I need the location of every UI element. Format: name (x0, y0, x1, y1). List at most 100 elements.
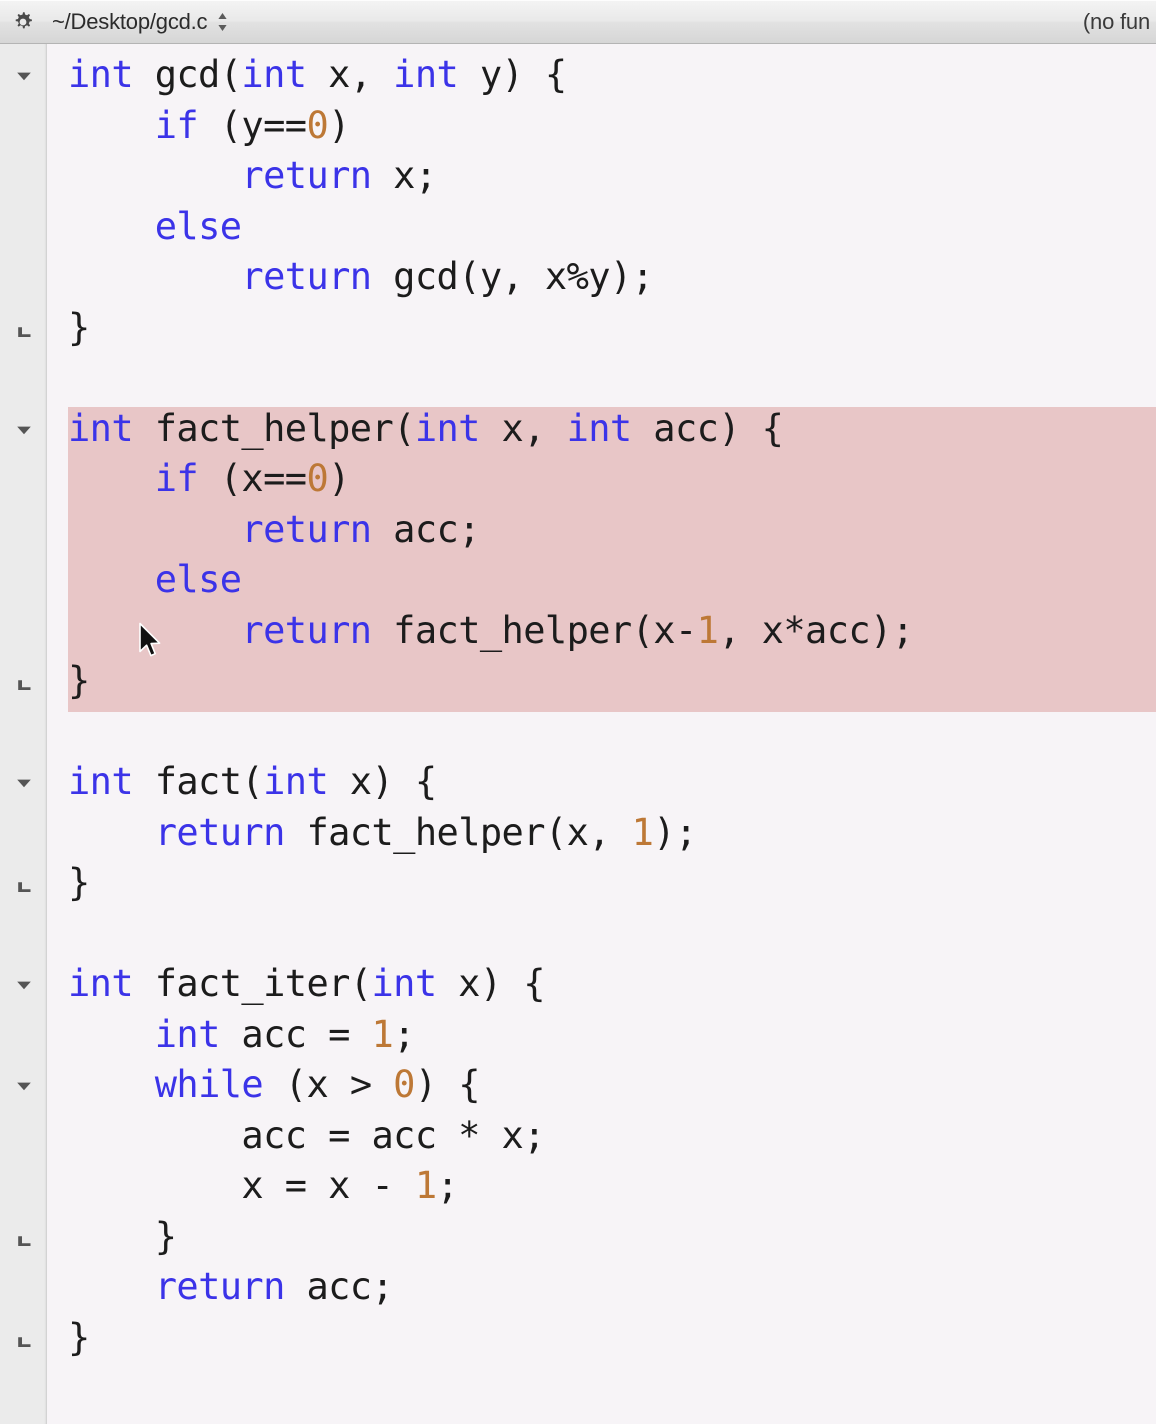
code-line[interactable]: else (47, 202, 1156, 253)
code-token: x = x - (68, 1164, 415, 1207)
code-lines[interactable]: int gcd(int x, int y) { if (y==0) return… (47, 44, 1156, 1414)
code-line[interactable]: int fact_iter(int x) { (47, 959, 1156, 1010)
code-token: else (154, 558, 242, 601)
code-token: acc; (371, 507, 480, 551)
code-token: x) { (436, 962, 545, 1005)
fold-triangle-icon[interactable] (14, 66, 34, 86)
code-token: 1 (414, 1164, 437, 1207)
code-line[interactable]: int gcd(int x, int y) { (47, 50, 1156, 101)
code-area[interactable]: int gcd(int x, int y) { if (y==0) return… (47, 44, 1156, 1424)
fold-end-icon (14, 1333, 34, 1353)
code-line[interactable]: int acc = 1; (47, 1010, 1156, 1061)
code-line[interactable]: } (47, 303, 1156, 354)
code-token: ) (328, 103, 350, 147)
fold-triangle-icon[interactable] (14, 1076, 34, 1096)
code-token: acc) { (631, 406, 784, 450)
code-line[interactable]: } (47, 1212, 1156, 1263)
code-token: x) { (328, 760, 437, 803)
code-line[interactable]: x = x - 1; (47, 1161, 1156, 1212)
code-line[interactable]: if (y==0) (47, 101, 1156, 152)
code-token: } (68, 659, 90, 702)
code-line[interactable]: while (x > 0) { (47, 1060, 1156, 1111)
code-line[interactable]: } (47, 1313, 1156, 1364)
fold-end-icon (14, 878, 34, 898)
code-token: fact_helper( (133, 406, 416, 450)
gear-icon[interactable] (10, 9, 36, 35)
code-token: fact_helper(x, (284, 810, 632, 854)
code-token: int (68, 760, 134, 803)
code-line[interactable]: return fact_helper(x, 1); (47, 808, 1156, 859)
code-line[interactable] (47, 707, 1156, 758)
code-token: int (68, 962, 134, 1005)
code-token: ; (436, 1164, 459, 1207)
code-line[interactable]: return acc; (47, 505, 1156, 556)
code-token: gcd(y, x%y); (371, 255, 654, 298)
code-token: ; (393, 1012, 415, 1056)
code-token: fact_iter( (133, 962, 372, 1005)
code-token: 1 (631, 810, 654, 854)
selected-function-label[interactable]: (no fun (1083, 9, 1150, 35)
code-token: , x*acc); (718, 608, 914, 652)
file-path-popup[interactable]: ~/Desktop/gcd.c (52, 9, 229, 35)
code-token: (y== (198, 103, 307, 147)
code-line[interactable] (47, 353, 1156, 404)
code-editor[interactable]: int gcd(int x, int y) { if (y==0) return… (0, 44, 1156, 1424)
code-token: int (154, 1012, 221, 1056)
code-token: else (154, 204, 242, 248)
code-line[interactable]: return gcd(y, x%y); (47, 252, 1156, 303)
editor-window: ~/Desktop/gcd.c (no fun int gcd(int x, i… (0, 0, 1156, 1424)
code-token: 0 (306, 103, 329, 147)
code-token: int (241, 53, 307, 96)
code-token: return (241, 255, 372, 298)
fold-triangle-icon[interactable] (14, 773, 34, 793)
fold-end-icon (14, 1232, 34, 1252)
code-line[interactable]: } (47, 858, 1156, 909)
code-token: } (68, 305, 90, 349)
code-line[interactable]: acc = acc * x; (47, 1111, 1156, 1162)
code-token: int (414, 406, 481, 450)
code-token: acc = acc * x; (68, 1113, 545, 1157)
fold-end-icon (14, 323, 34, 343)
code-line[interactable]: return x; (47, 151, 1156, 202)
code-token: } (68, 861, 90, 904)
fold-triangle-icon[interactable] (14, 420, 34, 440)
code-token: acc; (284, 1265, 394, 1308)
code-token: x, (479, 406, 567, 450)
code-line[interactable]: } (47, 656, 1156, 707)
code-line[interactable]: return acc; (47, 1262, 1156, 1313)
code-line[interactable]: return fact_helper(x-1, x*acc); (47, 606, 1156, 657)
code-line[interactable] (47, 1363, 1156, 1414)
code-line[interactable]: int fact_helper(int x, int acc) { (47, 404, 1156, 455)
code-token: ) { (414, 1063, 481, 1106)
fold-triangle-icon[interactable] (14, 975, 34, 995)
chevron-updown-icon[interactable] (216, 11, 229, 33)
fold-gutter[interactable] (0, 44, 47, 1424)
code-token: return (241, 608, 372, 652)
code-token: 1 (696, 608, 719, 652)
code-line[interactable]: int fact(int x) { (47, 757, 1156, 808)
code-token: ); (653, 810, 697, 854)
code-line[interactable] (47, 909, 1156, 960)
code-token: return (154, 1265, 286, 1308)
code-token: int (68, 406, 134, 450)
code-token: gcd( (133, 53, 242, 96)
code-token: int (393, 53, 459, 96)
code-token: ) (328, 457, 350, 500)
code-token: if (154, 103, 199, 147)
code-line[interactable]: if (x==0) (47, 454, 1156, 505)
code-token: int (263, 760, 329, 803)
code-token: int (566, 406, 633, 450)
code-line[interactable]: else (47, 555, 1156, 606)
code-token: fact_helper(x- (371, 608, 697, 652)
code-token: return (241, 507, 372, 551)
